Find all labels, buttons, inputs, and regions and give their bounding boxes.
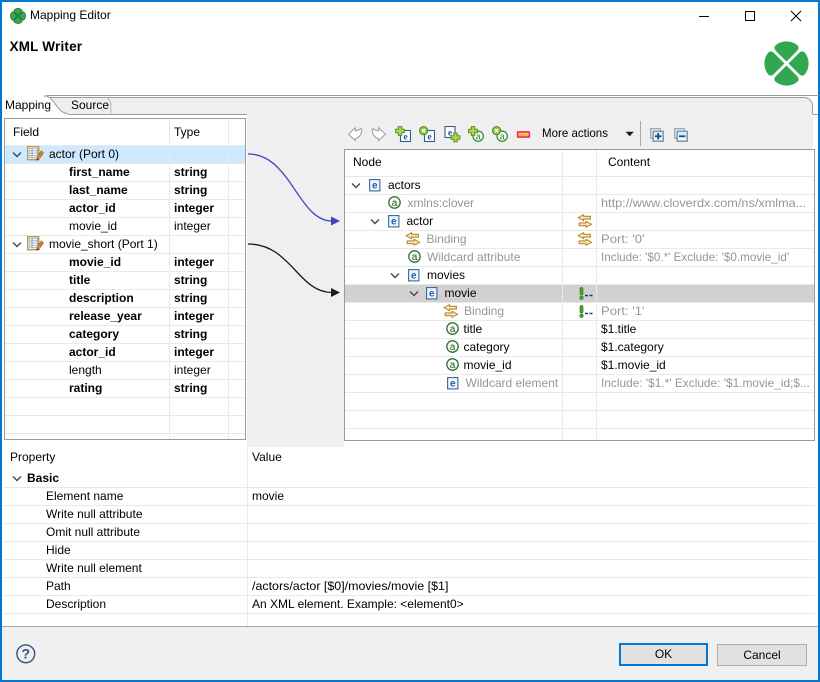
svg-text:e: e — [427, 132, 431, 142]
svg-text:e: e — [403, 132, 407, 142]
svg-text:e: e — [429, 288, 435, 299]
svg-text:a: a — [450, 324, 456, 335]
svg-text:e: e — [411, 270, 417, 281]
svg-text:?: ? — [22, 646, 31, 662]
svg-text:e: e — [450, 378, 456, 389]
svg-text:e: e — [391, 216, 397, 227]
svg-text:e: e — [372, 180, 378, 191]
svg-text:a: a — [450, 360, 456, 371]
svg-text:a: a — [411, 252, 417, 263]
svg-text:a: a — [392, 198, 398, 209]
svg-text:a: a — [450, 342, 456, 353]
